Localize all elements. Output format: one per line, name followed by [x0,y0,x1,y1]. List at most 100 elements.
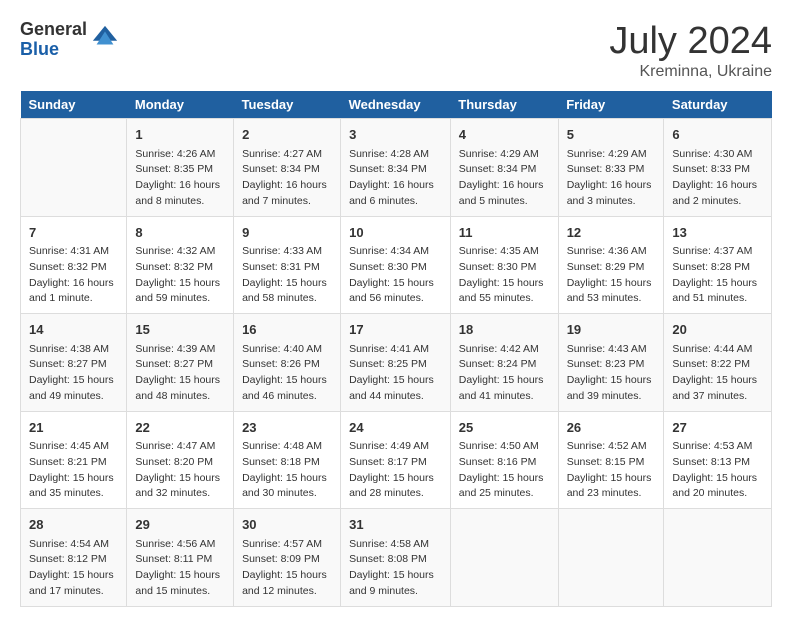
calendar-cell: 28Sunrise: 4:54 AM Sunset: 8:12 PM Dayli… [21,509,127,607]
logo: General Blue [20,20,119,60]
day-number: 4 [459,125,550,145]
calendar-cell: 17Sunrise: 4:41 AM Sunset: 8:25 PM Dayli… [341,314,451,412]
logo-general: General [20,20,87,40]
calendar-cell: 14Sunrise: 4:38 AM Sunset: 8:27 PM Dayli… [21,314,127,412]
day-info: Sunrise: 4:49 AM Sunset: 8:17 PM Dayligh… [349,439,442,502]
day-number: 12 [567,223,656,243]
day-number: 25 [459,418,550,438]
day-info: Sunrise: 4:44 AM Sunset: 8:22 PM Dayligh… [672,342,763,405]
week-row-4: 28Sunrise: 4:54 AM Sunset: 8:12 PM Dayli… [21,509,772,607]
day-info: Sunrise: 4:48 AM Sunset: 8:18 PM Dayligh… [242,439,332,502]
day-number: 11 [459,223,550,243]
header-thursday: Thursday [450,91,558,119]
calendar-table: SundayMondayTuesdayWednesdayThursdayFrid… [20,91,772,607]
calendar-cell: 7Sunrise: 4:31 AM Sunset: 8:32 PM Daylig… [21,216,127,314]
day-number: 18 [459,320,550,340]
day-number: 7 [29,223,118,243]
day-info: Sunrise: 4:45 AM Sunset: 8:21 PM Dayligh… [29,439,118,502]
calendar-cell: 27Sunrise: 4:53 AM Sunset: 8:13 PM Dayli… [664,411,772,509]
day-number: 19 [567,320,656,340]
day-info: Sunrise: 4:41 AM Sunset: 8:25 PM Dayligh… [349,342,442,405]
day-info: Sunrise: 4:56 AM Sunset: 8:11 PM Dayligh… [135,537,225,600]
day-info: Sunrise: 4:28 AM Sunset: 8:34 PM Dayligh… [349,147,442,210]
calendar-cell [450,509,558,607]
day-info: Sunrise: 4:37 AM Sunset: 8:28 PM Dayligh… [672,244,763,307]
header-wednesday: Wednesday [341,91,451,119]
calendar-cell: 15Sunrise: 4:39 AM Sunset: 8:27 PM Dayli… [127,314,234,412]
calendar-cell: 26Sunrise: 4:52 AM Sunset: 8:15 PM Dayli… [558,411,664,509]
header-monday: Monday [127,91,234,119]
day-number: 22 [135,418,225,438]
day-info: Sunrise: 4:34 AM Sunset: 8:30 PM Dayligh… [349,244,442,307]
day-info: Sunrise: 4:47 AM Sunset: 8:20 PM Dayligh… [135,439,225,502]
day-info: Sunrise: 4:30 AM Sunset: 8:33 PM Dayligh… [672,147,763,210]
day-number: 14 [29,320,118,340]
calendar-cell: 19Sunrise: 4:43 AM Sunset: 8:23 PM Dayli… [558,314,664,412]
day-number: 28 [29,515,118,535]
week-row-1: 7Sunrise: 4:31 AM Sunset: 8:32 PM Daylig… [21,216,772,314]
day-number: 17 [349,320,442,340]
day-info: Sunrise: 4:54 AM Sunset: 8:12 PM Dayligh… [29,537,118,600]
calendar-cell: 31Sunrise: 4:58 AM Sunset: 8:08 PM Dayli… [341,509,451,607]
logo-icon [91,24,119,52]
calendar-cell: 2Sunrise: 4:27 AM Sunset: 8:34 PM Daylig… [234,119,341,217]
calendar-cell: 21Sunrise: 4:45 AM Sunset: 8:21 PM Dayli… [21,411,127,509]
day-info: Sunrise: 4:42 AM Sunset: 8:24 PM Dayligh… [459,342,550,405]
day-info: Sunrise: 4:32 AM Sunset: 8:32 PM Dayligh… [135,244,225,307]
day-number: 21 [29,418,118,438]
day-number: 6 [672,125,763,145]
calendar-cell: 23Sunrise: 4:48 AM Sunset: 8:18 PM Dayli… [234,411,341,509]
day-number: 5 [567,125,656,145]
header-sunday: Sunday [21,91,127,119]
calendar-cell [21,119,127,217]
day-number: 9 [242,223,332,243]
calendar-cell: 11Sunrise: 4:35 AM Sunset: 8:30 PM Dayli… [450,216,558,314]
day-number: 29 [135,515,225,535]
calendar-cell: 1Sunrise: 4:26 AM Sunset: 8:35 PM Daylig… [127,119,234,217]
day-number: 26 [567,418,656,438]
day-info: Sunrise: 4:43 AM Sunset: 8:23 PM Dayligh… [567,342,656,405]
day-info: Sunrise: 4:40 AM Sunset: 8:26 PM Dayligh… [242,342,332,405]
day-number: 15 [135,320,225,340]
day-info: Sunrise: 4:39 AM Sunset: 8:27 PM Dayligh… [135,342,225,405]
week-row-0: 1Sunrise: 4:26 AM Sunset: 8:35 PM Daylig… [21,119,772,217]
day-number: 23 [242,418,332,438]
day-info: Sunrise: 4:52 AM Sunset: 8:15 PM Dayligh… [567,439,656,502]
week-row-3: 21Sunrise: 4:45 AM Sunset: 8:21 PM Dayli… [21,411,772,509]
day-number: 3 [349,125,442,145]
day-number: 27 [672,418,763,438]
day-number: 16 [242,320,332,340]
day-number: 2 [242,125,332,145]
day-info: Sunrise: 4:35 AM Sunset: 8:30 PM Dayligh… [459,244,550,307]
header-tuesday: Tuesday [234,91,341,119]
month-title: July 2024 [609,20,772,63]
day-info: Sunrise: 4:38 AM Sunset: 8:27 PM Dayligh… [29,342,118,405]
calendar-cell: 13Sunrise: 4:37 AM Sunset: 8:28 PM Dayli… [664,216,772,314]
day-info: Sunrise: 4:58 AM Sunset: 8:08 PM Dayligh… [349,537,442,600]
calendar-cell: 20Sunrise: 4:44 AM Sunset: 8:22 PM Dayli… [664,314,772,412]
calendar-cell: 22Sunrise: 4:47 AM Sunset: 8:20 PM Dayli… [127,411,234,509]
calendar-cell: 5Sunrise: 4:29 AM Sunset: 8:33 PM Daylig… [558,119,664,217]
calendar-header-row: SundayMondayTuesdayWednesdayThursdayFrid… [21,91,772,119]
calendar-cell: 9Sunrise: 4:33 AM Sunset: 8:31 PM Daylig… [234,216,341,314]
calendar-cell: 10Sunrise: 4:34 AM Sunset: 8:30 PM Dayli… [341,216,451,314]
day-number: 1 [135,125,225,145]
header-saturday: Saturday [664,91,772,119]
calendar-cell: 16Sunrise: 4:40 AM Sunset: 8:26 PM Dayli… [234,314,341,412]
day-number: 8 [135,223,225,243]
calendar-cell [664,509,772,607]
calendar-cell: 4Sunrise: 4:29 AM Sunset: 8:34 PM Daylig… [450,119,558,217]
calendar-cell: 30Sunrise: 4:57 AM Sunset: 8:09 PM Dayli… [234,509,341,607]
page-header: General Blue July 2024 Kreminna, Ukraine [20,20,772,81]
day-info: Sunrise: 4:29 AM Sunset: 8:33 PM Dayligh… [567,147,656,210]
day-info: Sunrise: 4:36 AM Sunset: 8:29 PM Dayligh… [567,244,656,307]
day-info: Sunrise: 4:27 AM Sunset: 8:34 PM Dayligh… [242,147,332,210]
day-number: 31 [349,515,442,535]
day-number: 10 [349,223,442,243]
day-info: Sunrise: 4:50 AM Sunset: 8:16 PM Dayligh… [459,439,550,502]
calendar-cell: 6Sunrise: 4:30 AM Sunset: 8:33 PM Daylig… [664,119,772,217]
day-info: Sunrise: 4:26 AM Sunset: 8:35 PM Dayligh… [135,147,225,210]
location: Kreminna, Ukraine [609,63,772,81]
calendar-cell: 29Sunrise: 4:56 AM Sunset: 8:11 PM Dayli… [127,509,234,607]
day-number: 13 [672,223,763,243]
